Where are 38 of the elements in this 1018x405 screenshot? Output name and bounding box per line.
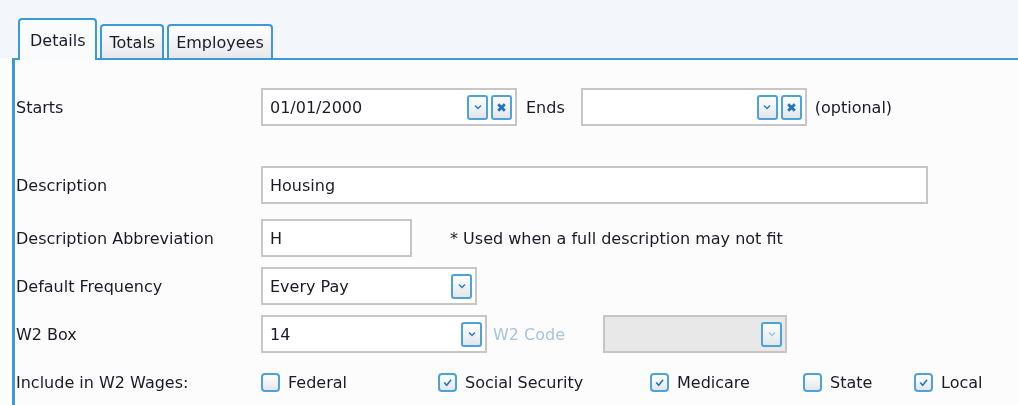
dropdown[interactable]: Every Pay xyxy=(261,267,477,305)
field-label: Description xyxy=(15,175,109,195)
input-field[interactable]: Housing xyxy=(261,166,928,204)
check-icon xyxy=(918,376,929,388)
hint-text: * Used when a full description may not fit xyxy=(450,228,783,248)
checkbox[interactable] xyxy=(914,372,933,392)
field-label: W2 Box xyxy=(15,324,78,344)
checkbox-label: Social Security xyxy=(465,372,584,392)
clear-icon[interactable] xyxy=(780,94,802,120)
tab[interactable]: Totals xyxy=(100,24,165,58)
check-icon xyxy=(654,376,665,388)
checkbox[interactable] xyxy=(803,372,822,392)
field-label: Starts xyxy=(15,97,65,117)
date-field[interactable]: 01/01/2000 xyxy=(261,88,517,126)
checkbox-label: Medicare xyxy=(677,372,750,392)
checkbox-label: State xyxy=(830,372,873,392)
hint-text: (optional) xyxy=(814,97,893,117)
tab[interactable]: Employees xyxy=(167,24,273,58)
field-label: Description Abbreviation xyxy=(15,228,215,248)
field-label: Default Frequency xyxy=(15,276,164,296)
checkbox[interactable] xyxy=(261,372,280,392)
dropdown[interactable]: 14 xyxy=(261,315,487,353)
tab[interactable]: Details xyxy=(18,18,98,60)
input-field[interactable]: H xyxy=(261,219,412,257)
dropdown-icon[interactable] xyxy=(451,273,472,299)
clear-icon[interactable] xyxy=(491,94,512,120)
dropdown-icon[interactable] xyxy=(467,94,488,120)
checkbox[interactable] xyxy=(650,372,669,392)
field-label: W2 Code xyxy=(493,324,567,344)
dropdown-icon[interactable] xyxy=(756,94,778,120)
field-label: Ends xyxy=(526,97,565,117)
date-field[interactable] xyxy=(580,88,807,126)
checkbox-label: Local xyxy=(941,372,983,392)
checkbox[interactable] xyxy=(438,372,457,392)
dropdown-icon[interactable] xyxy=(461,321,482,347)
check-icon xyxy=(442,376,453,388)
field-label: Include in W2 Wages: xyxy=(15,372,190,392)
checkbox-label: Federal xyxy=(288,372,347,392)
